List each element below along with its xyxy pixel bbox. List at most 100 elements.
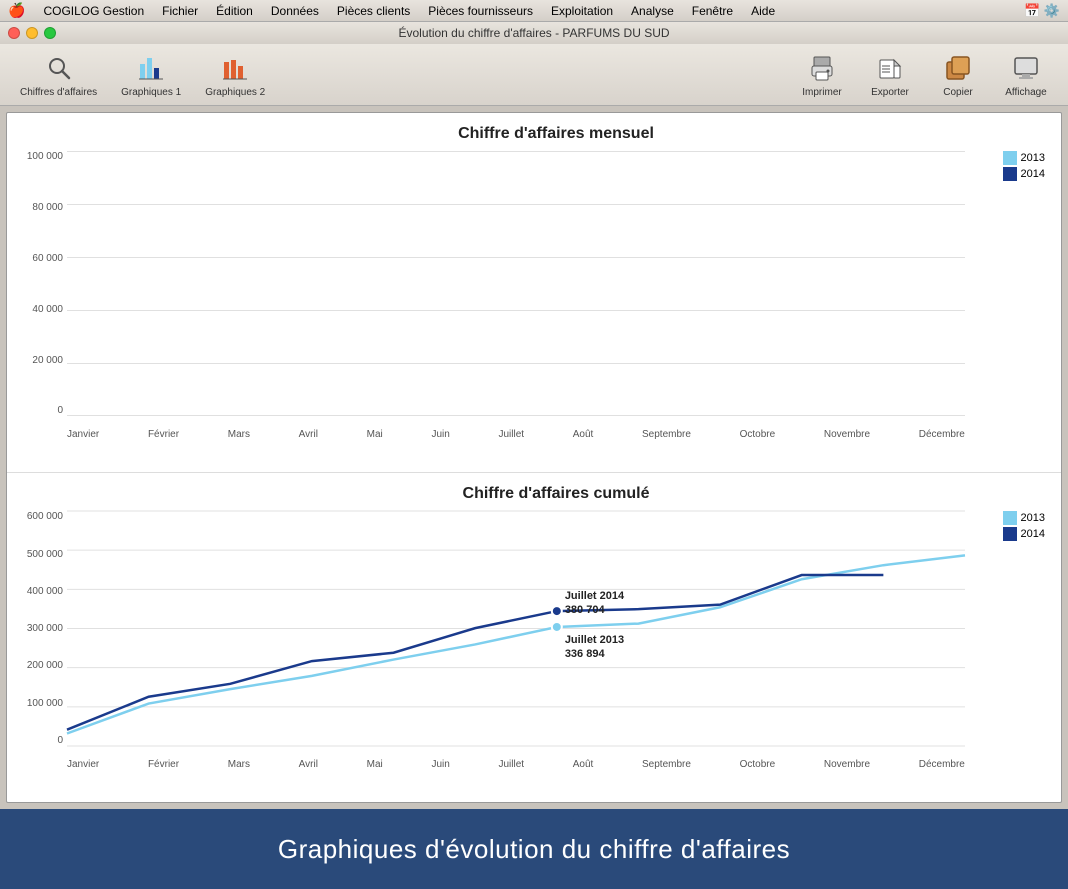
main-content: Chiffre d'affaires mensuel 2013 2014 020… [0,106,1068,809]
legend-label-2014: 2014 [1021,168,1045,180]
chart1-y-label: 40 000 [13,304,63,315]
chart1-y-label: 60 000 [13,253,63,264]
legend-color-2013 [1003,151,1017,165]
affichage-button[interactable]: Affichage [996,48,1056,102]
traffic-lights[interactable] [8,27,56,39]
imprimer-label: Imprimer [802,87,841,98]
menu-pieces-fournisseurs[interactable]: Pièces fournisseurs [420,2,541,20]
legend-label-2013: 2013 [1021,152,1045,164]
chart2-y-label: 600 000 [13,511,63,522]
toolbar: Chiffres d'affaires Graphiques 1 [0,44,1068,106]
menu-donnees[interactable]: Données [263,2,327,20]
apple-menu[interactable]: 🍎 [8,2,25,19]
chart2-x-label: Février [148,759,179,770]
chart1-legend: 2013 2014 [1003,151,1045,181]
chart1-x-label: Décembre [919,429,965,440]
chart1-x-label: Octobre [740,429,776,440]
chart2-legend-label-2013: 2013 [1021,512,1045,524]
bar-chart-1-icon [135,52,167,84]
graphiques1-button[interactable]: Graphiques 1 [113,48,189,102]
legend-2014: 2014 [1003,167,1045,181]
svg-text:Juillet 2013: Juillet 2013 [565,634,624,646]
chart1-x-label: Novembre [824,429,870,440]
chiffres-button[interactable]: Chiffres d'affaires [12,48,105,102]
chart2-x-label: Janvier [67,759,99,770]
minimize-button[interactable] [26,27,38,39]
graphiques2-label: Graphiques 2 [205,87,265,98]
chart2-x-label: Juin [431,759,449,770]
chart1-x-label: Avril [299,429,318,440]
menu-pieces-clients[interactable]: Pièces clients [329,2,418,20]
chart2-y-label: 500 000 [13,549,63,560]
chart1-x-label: Février [148,429,179,440]
chart2-x-label: Juillet [498,759,524,770]
chart2-inner: 2013 2014 0100 000200 000300 000400 0005… [67,511,1045,770]
chart1-y-label: 20 000 [13,355,63,366]
chart2-y-label: 400 000 [13,586,63,597]
chart2-title: Chiffre d'affaires cumulé [67,485,1045,503]
menu-aide[interactable]: Aide [743,2,783,20]
chart1-y-label: 80 000 [13,202,63,213]
svg-text:380 704: 380 704 [565,604,606,616]
bottom-banner: Graphiques d'évolution du chiffre d'affa… [0,809,1068,889]
chart1-x-label: Septembre [642,429,691,440]
chart2-x-axis: JanvierFévrierMarsAvrilMaiJuinJuilletAoû… [67,759,965,770]
chart2-x-label: Novembre [824,759,870,770]
imprimer-button[interactable]: Imprimer [792,48,852,102]
chart2-x-label: Mars [228,759,250,770]
chart2-legend-2013: 2013 [1003,511,1045,525]
menu-fenetre[interactable]: Fenêtre [684,2,741,20]
chart2-x-label: Mai [367,759,383,770]
window-title: Évolution du chiffre d'affaires - PARFUM… [0,26,1068,40]
copier-button[interactable]: Copier [928,48,988,102]
affichage-label: Affichage [1005,87,1047,98]
export-icon [874,52,906,84]
chart2-legend-color-2013 [1003,511,1017,525]
chart1-bars [67,151,965,416]
chart1-inner: 2013 2014 020 00040 00060 00080 000100 0… [67,151,1045,440]
chart1-x-label: Juillet [498,429,524,440]
svg-text:336 894: 336 894 [565,648,606,660]
menu-exploitation[interactable]: Exploitation [543,2,621,20]
exporter-button[interactable]: Exporter [860,48,920,102]
menu-edition[interactable]: Édition [208,2,261,20]
menu-fichier[interactable]: Fichier [154,2,206,20]
chart2-svg: Juillet 2014 380 704 Juillet 2013 336 894 [67,511,965,746]
chart2-y-axis: 0100 000200 000300 000400 000500 000600 … [13,511,63,746]
chart2-legend-color-2014 [1003,527,1017,541]
chart1-y-label: 100 000 [13,151,63,162]
charts-area: Chiffre d'affaires mensuel 2013 2014 020… [6,112,1062,803]
graphiques1-label: Graphiques 1 [121,87,181,98]
chart1-y-label: 0 [13,405,63,416]
bottom-banner-text: Graphiques d'évolution du chiffre d'affa… [278,834,790,865]
chart1-x-label: Mai [367,429,383,440]
svg-text:Juillet 2014: Juillet 2014 [565,590,625,602]
chart1-container: Chiffre d'affaires mensuel 2013 2014 020… [7,113,1061,473]
printer-icon [806,52,838,84]
chart2-y-label: 0 [13,735,63,746]
close-button[interactable] [8,27,20,39]
chart1-x-label: Juin [431,429,449,440]
chart2-x-label: Avril [299,759,318,770]
copier-label: Copier [943,87,972,98]
chart2-x-label: Décembre [919,759,965,770]
chart2-container: Chiffre d'affaires cumulé 2013 2014 0100… [7,473,1061,802]
menu-analyse[interactable]: Analyse [623,2,682,20]
chart1-x-axis: Janvier Février Mars Avril Mai Juin Juillet Aoû… [67,429,965,440]
chart1-x-label: Janvier [67,429,99,440]
chart2-y-label: 300 000 [13,623,63,634]
chart1-x-label: Août [573,429,594,440]
graphiques2-button[interactable]: Graphiques 2 [197,48,273,102]
chart1-x-label: Mars [228,429,250,440]
bar-chart-2-icon [219,52,251,84]
toolbar-right: Imprimer Exporter [792,48,1056,102]
chart2-legend-2014: 2014 [1003,527,1045,541]
menu-cogilog[interactable]: COGILOG Gestion [35,2,152,20]
legend-color-2014 [1003,167,1017,181]
chart2-legend: 2013 2014 [1003,511,1045,541]
chart2-y-label: 200 000 [13,660,63,671]
toolbar-left: Chiffres d'affaires Graphiques 1 [12,48,788,102]
maximize-button[interactable] [44,27,56,39]
chart2-x-label: Octobre [740,759,776,770]
window-chrome: Évolution du chiffre d'affaires - PARFUM… [0,22,1068,44]
